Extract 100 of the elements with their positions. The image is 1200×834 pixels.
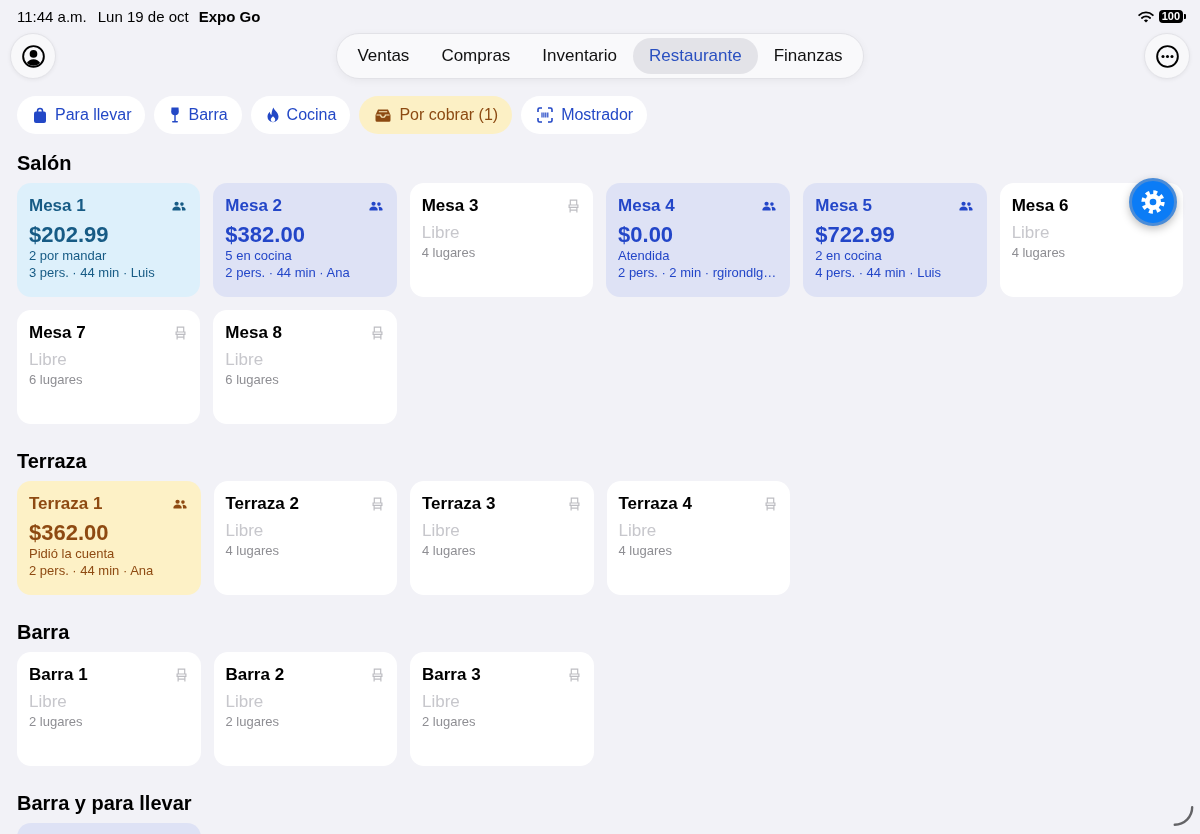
table-note: Atendida	[618, 248, 671, 264]
table-name: Mesa 3	[421, 196, 479, 216]
table-capacity: 2 lugares	[29, 714, 84, 730]
scan-icon	[537, 107, 554, 123]
table-availability: Libre	[421, 223, 461, 243]
table-availability: Libre	[29, 350, 68, 370]
app-name: Expo Go	[198, 8, 261, 25]
table-name: Mesa 7	[29, 323, 86, 343]
table-availability: Libre	[422, 692, 461, 712]
shortcut-chip[interactable]: Cocina	[250, 96, 351, 134]
table-availability: Libre	[1011, 223, 1051, 243]
table-card[interactable]: Terraza 1 $362.00 Pidió la cuenta 2 pers. · 44 min · Ana	[17, 481, 201, 595]
table-name: Barra 2	[225, 665, 285, 685]
shortcut-chip[interactable]: Por cobrar (1)	[359, 96, 513, 134]
table-capacity: 2 lugares	[225, 714, 280, 730]
table-card[interactable]: Mesa 7 Libre 6 lugares	[17, 310, 201, 424]
table-name: Mesa 5	[815, 196, 872, 216]
chair-icon	[568, 199, 580, 213]
wifi-icon	[1137, 10, 1154, 23]
people-icon	[958, 201, 973, 211]
section-title: Terraza	[17, 449, 88, 473]
shortcut-chip[interactable]: Para llevar	[17, 96, 146, 134]
table-amount: $362.00	[29, 520, 110, 546]
nav-tab[interactable]: Restaurante	[633, 38, 758, 74]
table-note: Pidió la cuenta	[29, 546, 116, 562]
table-card[interactable]: Terraza 3 Libre 4 lugares	[410, 481, 594, 595]
table-name: Terraza 4	[618, 494, 692, 514]
table-availability: Libre	[225, 521, 265, 541]
table-amount: $202.99	[29, 222, 110, 248]
status-date: Lun 19 de oct	[97, 8, 189, 25]
table-details: 2 pers. · 2 min · rgirondlg…	[618, 265, 777, 281]
nav-tab[interactable]: Compras	[425, 38, 527, 74]
chair-icon	[765, 497, 776, 511]
table-card[interactable]: Mesa 5 $722.99 2 en cocina 4 pers. · 44 min · Luis	[803, 183, 987, 297]
chair-icon	[568, 668, 580, 682]
table-card[interactable]: Barra 1 Libre 2 lugares	[17, 652, 201, 766]
table-details: 4 pers. · 44 min · Luis	[815, 265, 942, 281]
table-capacity: 4 lugares	[618, 543, 673, 559]
table-name: Barra 3	[422, 665, 481, 685]
table-amount: $382.00	[225, 222, 306, 248]
table-card[interactable]: Mesa 4 $0.00 Atendida 2 pers. · 2 min · rgirondlg…	[606, 183, 791, 297]
table-name: Mesa 2	[225, 196, 283, 216]
bag-icon	[33, 106, 47, 124]
table-capacity: 4 lugares	[421, 245, 477, 261]
table-note: 5 en cocina	[225, 248, 293, 264]
table-capacity: 2 lugares	[422, 714, 477, 730]
people-icon	[172, 499, 187, 509]
table-availability: Libre	[618, 521, 658, 541]
table-card[interactable]: Mesa 2 $382.00 5 en cocina 2 pers. · 44 min · Ana	[213, 183, 397, 297]
table-details: 2 pers. · 44 min · Ana	[29, 563, 155, 579]
table-name: Mesa 8	[225, 323, 283, 343]
table-note: 2 por mandar	[29, 248, 108, 264]
table-card[interactable]: Mesa 3 Libre 4 lugares	[409, 183, 594, 297]
shortcut-chip[interactable]: Mostrador	[521, 96, 648, 134]
table-name: Mesa 4	[618, 196, 675, 216]
table-card[interactable]: Barra 2 Libre 2 lugares	[213, 652, 397, 766]
shortcut-chip[interactable]: Barra	[154, 96, 242, 134]
table-name: Mesa 1	[29, 196, 86, 216]
more-button[interactable]	[1144, 33, 1190, 79]
section-title: Barra y para llevar	[17, 791, 193, 815]
nav-tab[interactable]: Ventas	[341, 38, 426, 74]
tray-icon	[375, 108, 392, 122]
battery-indicator: 100	[1158, 10, 1186, 23]
profile-button[interactable]	[10, 33, 56, 79]
chair-icon	[371, 326, 383, 340]
people-icon	[368, 201, 383, 211]
wine-glass-icon	[170, 107, 181, 123]
table-note: 2 en cocina	[815, 248, 883, 264]
table-availability: Libre	[225, 692, 265, 712]
table-card[interactable]: Terraza 2 Libre 4 lugares	[213, 481, 397, 595]
table-name: Terraza 2	[225, 494, 299, 514]
table-capacity: 4 lugares	[1011, 245, 1067, 261]
table-availability: Libre	[225, 350, 265, 370]
chair-icon	[568, 497, 580, 511]
table-card[interactable]: Barra 3 Libre 2 lugares	[410, 652, 594, 766]
table-name: Barra 1	[29, 665, 88, 685]
table-amount: $0.00	[618, 222, 675, 248]
flame-icon	[266, 107, 279, 123]
table-details: 3 pers. · 44 min · Luis	[29, 265, 156, 281]
table-name: Terraza 1	[29, 494, 103, 514]
table-availability: Libre	[29, 692, 68, 712]
table-capacity: 4 lugares	[225, 543, 280, 559]
table-amount: $722.99	[815, 222, 896, 248]
table-capacity: 4 lugares	[422, 543, 477, 559]
chair-icon	[175, 668, 187, 682]
table-card[interactable]: Mesa 8 Libre 6 lugares	[213, 310, 397, 424]
person-circle-icon	[21, 44, 45, 68]
table-card[interactable]: Terraza 4 Libre 4 lugares	[606, 481, 790, 595]
chair-icon	[372, 668, 383, 682]
table-card[interactable]: Mesa 1 $202.99 2 por mandar 3 pers. · 44 min · Luis	[17, 183, 201, 297]
nav-tab[interactable]: Finanzas	[757, 38, 859, 74]
nav-tab[interactable]: Inventario	[526, 38, 633, 74]
section-title: Salón	[17, 151, 73, 175]
chair-icon	[175, 326, 187, 340]
table-details: 2 pers. · 44 min · Ana	[225, 265, 351, 281]
table-capacity: 6 lugares	[29, 372, 84, 388]
people-icon	[172, 201, 187, 211]
table-capacity: 6 lugares	[225, 372, 280, 388]
table-card[interactable]: Mesa 6 Libre 4 lugares	[999, 183, 1183, 297]
people-icon	[762, 201, 777, 211]
